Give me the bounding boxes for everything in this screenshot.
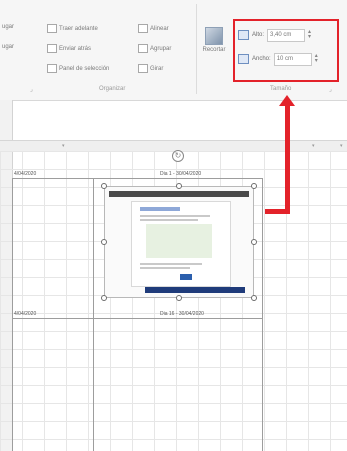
thumbnail-line [140,215,210,217]
group-button[interactable]: Agrupar [138,44,171,53]
group-label-tamano: Tamaño [270,86,292,92]
day-cell[interactable]: Dia 16 - 30/04/2020 [160,311,204,317]
thumbnail-heading [140,207,180,211]
ribbon-item-2[interactable]: ugar [2,44,14,50]
group-divider [196,4,197,94]
thumbnail-titlebar [109,191,249,197]
annotation-arrow [285,104,290,214]
resize-handle-n[interactable] [176,183,182,189]
rotate-handle-icon[interactable]: ↻ [172,150,184,162]
page-border [12,178,13,451]
resize-handle-e[interactable] [251,239,257,245]
bring-forward-icon [47,24,57,33]
page-border [262,178,263,451]
page-border [12,178,262,179]
thumbnail-line [140,263,202,265]
annotation-arrow [265,209,290,214]
page-border [12,318,262,319]
column-marker: ▾ [340,143,343,149]
rotate-icon [138,64,148,73]
crop-icon [205,27,223,45]
column-marker: ▾ [312,143,315,149]
resize-handle-nw[interactable] [101,183,107,189]
ribbon-item-1[interactable]: ugar [2,24,14,30]
column-marker: ▾ [62,143,65,149]
thumbnail-line [140,267,190,269]
dialog-launcher-icon[interactable]: ⌟ [30,86,33,93]
send-backward-button[interactable]: Enviar atrás [47,44,91,53]
selected-screenshot-image[interactable] [104,186,254,298]
rotate-button[interactable]: Girar [138,64,163,73]
resize-handle-s[interactable] [176,295,182,301]
selection-pane-button[interactable]: Panel de selección [47,64,109,73]
align-button[interactable]: Alinear [138,24,169,33]
thumbnail-highlight-block [146,224,212,258]
bring-forward-button[interactable]: Traer adelante [47,24,98,33]
send-backward-icon [47,44,57,53]
resize-handle-w[interactable] [101,239,107,245]
size-highlight-box [233,19,339,82]
thumbnail-button [180,274,192,280]
selection-pane-icon [47,64,57,73]
page-border [93,178,94,451]
resize-handle-sw[interactable] [101,295,107,301]
crop-button[interactable]: Recortar [199,27,229,53]
thumbnail-document [131,201,231,287]
group-label-organizar: Organizar [99,86,126,92]
size-dialog-launcher-icon[interactable]: ⌟ [329,86,332,93]
group-icon [138,44,148,53]
thumbnail-taskbar [145,287,245,293]
align-icon [138,24,148,33]
day-cell[interactable]: Dia 1 - 30/04/2020 [160,171,201,177]
thumbnail-line [140,219,198,221]
date-cell[interactable]: 4/04/2020 [14,311,36,317]
resize-handle-se[interactable] [251,295,257,301]
date-cell[interactable]: 4/04/2020 [14,171,36,177]
resize-handle-ne[interactable] [251,183,257,189]
